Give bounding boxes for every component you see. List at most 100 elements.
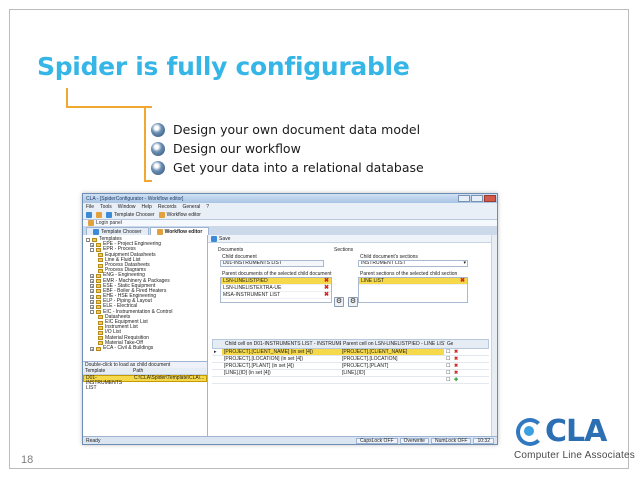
tree-node[interactable]: + ECA - Civil & Buildings [86,345,204,351]
login-icon [88,220,94,226]
workflow-editor-button[interactable]: Workflow editor [158,211,201,218]
checkbox[interactable]: ☐ [444,377,452,383]
save-icon[interactable] [211,235,217,242]
tab-template-chooser[interactable]: Template Chooser [86,227,149,235]
bracket-connector [66,106,144,108]
bracket-connector [66,88,68,107]
close-button[interactable] [484,195,496,202]
menu-bar: File Tools Window Help Records General ? [83,203,497,210]
delete-icon[interactable]: ✖ [452,349,460,355]
delete-icon[interactable]: ✖ [452,356,460,362]
workflow-icon [156,228,163,235]
status-capslock: CapsLock OFF [355,437,398,444]
remove-icon[interactable]: ✖ [460,278,465,284]
sections-label: Sections [334,247,354,253]
minimize-button[interactable] [458,195,470,202]
folder-icon [98,263,103,268]
column-header[interactable]: Path [131,368,143,374]
checkbox[interactable]: ☐ [444,363,452,369]
child-sections-select[interactable]: INSTRUMENT LIST ▾ [358,260,468,267]
open-folder-icon[interactable] [96,211,102,218]
bullet-item: Design your own document data model [151,120,424,139]
cell-mapping-grid: Child cell on D01-INSTRUMENTS LIST - INS… [212,339,489,384]
folder-icon [96,310,101,315]
remove-icon[interactable]: ✖ [324,278,329,284]
delete-icon[interactable]: ✖ [452,370,460,376]
folder-icon [98,336,103,341]
folder-icon [96,284,101,289]
folder-icon [98,330,103,335]
delete-icon[interactable]: ✖ [452,363,460,369]
folder-icon [98,315,103,320]
folder-icon [96,346,101,351]
tab-workflow-editor[interactable]: Workflow editor [149,227,210,235]
folder-icon [92,237,97,242]
save-button[interactable]: Save [219,236,230,242]
status-time: 10:32 [473,437,494,444]
chevron-down-icon: ▾ [463,260,466,266]
column-header[interactable]: Parent cell on LSN-LINELISTPIED - LINE L… [341,340,445,348]
menu-window[interactable]: Window [118,204,136,210]
menu-tools[interactable]: Tools [100,204,112,210]
column-header[interactable]: Template [83,368,131,374]
link-sections-button[interactable]: ⚙ [348,297,358,307]
template-chooser-button[interactable]: Template Chooser [106,211,155,218]
workflow-panel: Save Documents Sections Child document D… [208,235,497,436]
table-row[interactable]: [PROJECT].[LOCATION] (in set [4]) [PROJE… [212,356,489,363]
remove-icon[interactable]: ✖ [324,292,329,298]
table-row[interactable]: [PROJECT].[PLANT] (in set [4]) [PROJECT]… [212,363,489,370]
status-bar: Ready CapsLock OFF Overwrite NumLock OFF… [83,436,497,444]
list-item[interactable]: MSA-INSTRUMENT LIST ✖ [221,292,331,299]
bullet-text: Get your data into a relational database [173,160,424,175]
company-tagline: Computer Line Associates [514,450,635,461]
table-row[interactable]: [LINE].[ID] (in set [4]) [LINE].[ID] ☐ ✖ [212,370,489,377]
child-document-field: D01-INSTRUMENTS LIST [220,260,324,267]
logo-text: CLA [545,414,607,449]
status-overwrite: Overwrite [399,437,429,444]
checkbox[interactable]: ☐ [444,370,452,376]
bullet-item: Get your data into a relational database [151,158,424,177]
table-row[interactable]: ▸ [PROJECT].[CLIENT_NAME] (in set [4]) [… [212,349,489,356]
folder-icon [98,325,103,330]
bullet-icon [151,141,165,156]
list-item[interactable]: LSN-LINELISTPIED ✖ [221,278,331,285]
menu-records[interactable]: Records [158,204,177,210]
maximize-button[interactable] [471,195,483,202]
double-click-hint: Double-click to load as child document [83,361,207,368]
folder-icon [96,299,101,304]
column-header[interactable]: Child cell on D01-INSTRUMENTS LIST - INS… [223,340,341,348]
new-icon[interactable] [86,211,92,218]
list-item[interactable]: LINE LIST ✖ [359,278,467,285]
list-item[interactable]: LSN-LINELISTEXTRA-UE ✖ [221,285,331,292]
checkbox[interactable]: ☐ [444,349,452,355]
toolbar: Template Chooser Workflow editor [83,210,497,220]
save-toolbar: Save [208,235,497,243]
template-icon [93,228,99,235]
menu-help[interactable]: Help [142,204,152,210]
table-row[interactable]: D01-INSTRUMENTS LIST C:\CLA\Spider\Templa… [83,375,207,391]
bullet-text: Design our workflow [173,141,301,156]
new-row[interactable]: ☐ ✚ [212,377,489,384]
window-title: CLA - [SpiderConfigurator - Workflow edi… [86,195,184,202]
link-documents-button[interactable]: ⚙ [334,297,344,307]
folder-icon [96,247,101,252]
page-number: 18 [21,454,34,466]
template-tree: - Templates + EPE - Project Engineering -E… [83,235,207,359]
add-icon[interactable]: ✚ [452,377,460,383]
remove-icon[interactable]: ✖ [324,285,329,291]
parent-documents-list: LSN-LINELISTPIED ✖ LSN-LINELISTEXTRA-UE ✖ … [220,277,332,303]
menu-question[interactable]: ? [206,204,209,210]
folder-icon [98,253,103,258]
menu-file[interactable]: File [86,204,94,210]
tab-strip: Template Chooser Workflow editor [83,226,497,235]
documents-label: Documents [218,247,244,253]
vertical-scrollbar[interactable] [491,235,497,436]
folder-icon [96,294,101,299]
checkbox[interactable]: ☐ [444,356,452,362]
bullet-text: Design your own document data model [173,122,421,137]
menu-general[interactable]: General [182,204,200,210]
editor-area: - Templates + EPE - Project Engineering -E… [83,235,497,436]
folder-icon [96,242,101,247]
folder-icon [96,279,101,284]
column-header[interactable]: Get only [445,340,453,348]
